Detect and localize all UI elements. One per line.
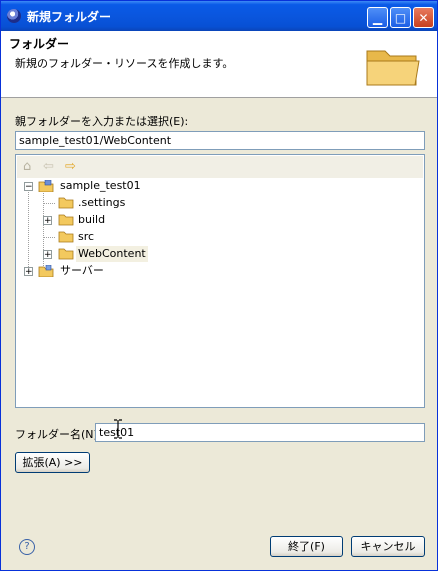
project-icon	[38, 180, 54, 192]
wizard-header: フォルダー 新規のフォルダー・リソースを作成します。	[1, 31, 437, 98]
tree-node-label: build	[78, 213, 106, 226]
folder-icon	[58, 197, 74, 209]
parent-folder-label: 親フォルダーを入力または選択(E):	[15, 115, 189, 128]
tree-node-label: .settings	[78, 196, 126, 209]
tree-node-label: src	[78, 230, 95, 243]
forward-icon[interactable]: ⇨	[65, 159, 76, 175]
close-button[interactable]: ✕	[413, 7, 434, 28]
advanced-button[interactable]: 拡張(A) >>	[15, 452, 90, 473]
tree-connector	[43, 193, 44, 272]
minimize-button[interactable]: ▁	[367, 7, 388, 28]
tree-node-label: WebContent	[76, 246, 148, 262]
finish-button[interactable]: 終了(F)	[270, 536, 343, 557]
folder-icon	[58, 248, 74, 260]
folder-name-label: フォルダー名(N):	[15, 428, 102, 441]
back-icon[interactable]: ⇦	[43, 159, 54, 175]
collapse-toggle-icon[interactable]: −	[24, 182, 33, 192]
title-bar[interactable]: 新規フォルダー ▁ □ ✕	[1, 1, 437, 31]
expand-toggle-icon[interactable]: +	[43, 216, 52, 226]
folder-icon	[58, 231, 74, 243]
home-icon[interactable]: ⌂	[23, 159, 31, 175]
tree-node-label: sample_test01	[60, 179, 141, 192]
header-title: フォルダー	[9, 37, 70, 51]
tree-connector	[43, 203, 55, 204]
new-folder-dialog: 新規フォルダー ▁ □ ✕ フォルダー 新規のフォルダー・リソースを作成します。…	[0, 0, 438, 571]
expand-toggle-icon[interactable]: +	[43, 250, 52, 260]
tree-toolbar: ⌂ ⇦ ⇨	[17, 156, 423, 178]
folder-name-input[interactable]: test01	[95, 423, 425, 442]
window-title: 新規フォルダー	[27, 10, 112, 24]
header-description: 新規のフォルダー・リソースを作成します。	[15, 57, 234, 70]
cancel-button[interactable]: キャンセル	[351, 536, 425, 557]
help-icon[interactable]: ?	[19, 539, 35, 555]
expand-toggle-icon[interactable]: +	[24, 267, 33, 277]
tree-connector	[43, 237, 55, 238]
tree-node-label: サーバー	[60, 264, 104, 277]
text-cursor-icon	[114, 419, 122, 439]
folder-icon	[58, 214, 74, 226]
servers-project-icon	[38, 265, 54, 277]
eclipse-icon	[7, 9, 21, 23]
folder-tree[interactable]: ⌂ ⇦ ⇨ − sample_test01 .settings + build …	[15, 154, 425, 408]
parent-folder-input[interactable]: sample_test01/WebContent	[15, 131, 425, 150]
maximize-button[interactable]: □	[390, 7, 411, 28]
folder-banner-icon	[366, 50, 420, 86]
tree-connector	[28, 183, 29, 273]
